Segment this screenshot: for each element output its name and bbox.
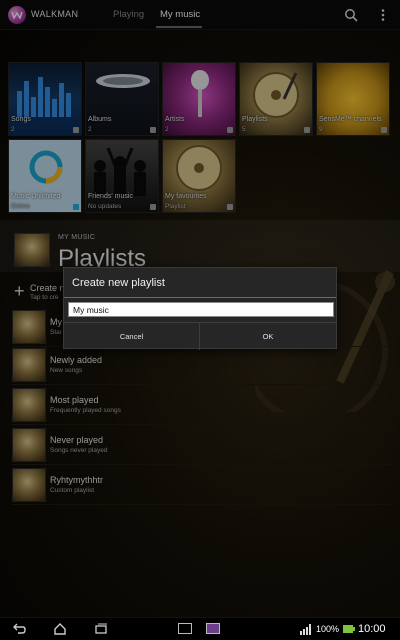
overflow-menu-icon[interactable]	[378, 8, 388, 22]
tab-my-music[interactable]: My music	[160, 9, 200, 20]
playlist-title: Most played	[50, 395, 99, 405]
tile-count: 9	[319, 126, 323, 133]
cancel-button[interactable]: Cancel	[64, 323, 200, 350]
status-clock: 10:00	[358, 623, 386, 635]
dialog-button-bar: Cancel OK	[64, 322, 336, 350]
playlist-title: My	[50, 317, 62, 327]
playlist-subtitle: Custom playlist	[50, 487, 95, 494]
tile-count: 2	[88, 126, 92, 133]
tile-count: 5	[242, 126, 246, 133]
disc-icon	[150, 127, 156, 133]
system-bar: 100% 10:00	[0, 617, 400, 640]
playlist-icon	[304, 127, 310, 133]
playlist-subtitle: Songs never played	[50, 447, 108, 454]
create-playlist-label: Create n	[30, 283, 65, 293]
playlist-row[interactable]: Never played Songs never played	[12, 427, 394, 465]
tile-sensme-channels[interactable]: SensMe™ channels 9	[316, 62, 390, 136]
tile-albums[interactable]: Albums 2	[85, 62, 159, 136]
tile-count: 2	[165, 126, 169, 133]
person-icon	[227, 127, 233, 133]
friends-icon	[150, 204, 156, 210]
microphone-artwork	[191, 70, 209, 117]
tile-my-favourites[interactable]: My favourites Playlist	[162, 139, 236, 213]
playlist-subtitle: Frequently played songs	[50, 407, 121, 414]
playlist-thumbnail	[12, 348, 46, 382]
tile-subtitle: No updates	[88, 203, 122, 210]
small-apps-icon[interactable]	[178, 623, 192, 634]
music-note-icon	[73, 127, 79, 133]
equalizer-artwork	[17, 77, 71, 117]
recent-apps-icon[interactable]	[94, 622, 108, 636]
tile-label: Songs	[11, 116, 31, 123]
dialog-divider	[64, 297, 336, 298]
tile-label: Artists	[165, 116, 185, 123]
battery-icon	[343, 625, 355, 633]
back-icon[interactable]	[12, 622, 26, 636]
dialog-title: Create new playlist	[72, 277, 165, 289]
playlist-thumbnail	[12, 428, 46, 462]
cloud-icon	[73, 204, 79, 210]
tile-subtitle: Playlist	[165, 203, 186, 210]
walkman-notification-icon[interactable]	[206, 623, 220, 634]
walkman-logo-icon[interactable]	[8, 6, 26, 24]
playlist-row[interactable]: Ryhtymythhtr Custom playlist	[12, 467, 394, 505]
playlist-subtitle: Star	[50, 329, 62, 336]
tile-friends-music[interactable]: Friends' music No updates	[85, 139, 159, 213]
plus-icon: +	[14, 281, 25, 301]
playlist-row[interactable]: Newly added New songs	[12, 347, 394, 385]
search-icon[interactable]	[344, 8, 358, 22]
ok-button[interactable]: OK	[200, 323, 336, 350]
turntable-artwork	[176, 145, 222, 191]
home-icon[interactable]	[53, 622, 67, 636]
playlist-name-input[interactable]	[68, 302, 334, 317]
tab-playing[interactable]: Playing	[113, 9, 144, 20]
tile-songs[interactable]: Songs 2	[8, 62, 82, 136]
tile-label: Music Unlimited	[11, 193, 61, 200]
playlists-thumbnail	[14, 233, 50, 267]
tile-label: My favourites	[165, 193, 207, 200]
create-playlist-dialog: Create new playlist Cancel OK	[63, 267, 337, 350]
turntable-artwork	[253, 72, 299, 118]
action-bar: WALKMAN Playing My music	[0, 0, 400, 30]
tile-music-unlimited[interactable]: Music Unlimited Online	[8, 139, 82, 213]
playlist-subtitle: New songs	[50, 367, 83, 374]
crowd-artwork	[94, 147, 146, 196]
vinyl-lid-artwork	[96, 74, 150, 88]
tile-label: Albums	[88, 116, 112, 123]
music-unlimited-logo	[29, 150, 63, 184]
tile-subtitle: Online	[11, 203, 30, 210]
tile-count: 2	[11, 126, 15, 133]
app-title: WALKMAN	[31, 9, 79, 19]
tile-label: Playlists	[242, 116, 268, 123]
active-tab-indicator	[156, 26, 202, 28]
playlist-row[interactable]: Most played Frequently played songs	[12, 387, 394, 425]
star-icon	[227, 204, 233, 210]
playlist-title: Ryhtymythhtr	[50, 475, 104, 485]
playlist-thumbnail	[12, 310, 46, 344]
section-kicker: MY MUSIC	[58, 234, 96, 241]
playlist-title: Never played	[50, 435, 104, 445]
tile-label: Friends' music	[88, 193, 133, 200]
playlist-title: Newly added	[50, 355, 103, 365]
tile-playlists[interactable]: Playlists 5	[239, 62, 313, 136]
signal-icon	[300, 624, 311, 635]
battery-percent: 100%	[316, 624, 340, 634]
heart-icon	[381, 127, 387, 133]
playlist-thumbnail	[12, 388, 46, 422]
tile-label: SensMe™ channels	[319, 116, 382, 123]
tile-artists[interactable]: Artists 2	[162, 62, 236, 136]
playlist-thumbnail	[12, 468, 46, 502]
create-playlist-sub: Tap to cre	[30, 294, 59, 301]
